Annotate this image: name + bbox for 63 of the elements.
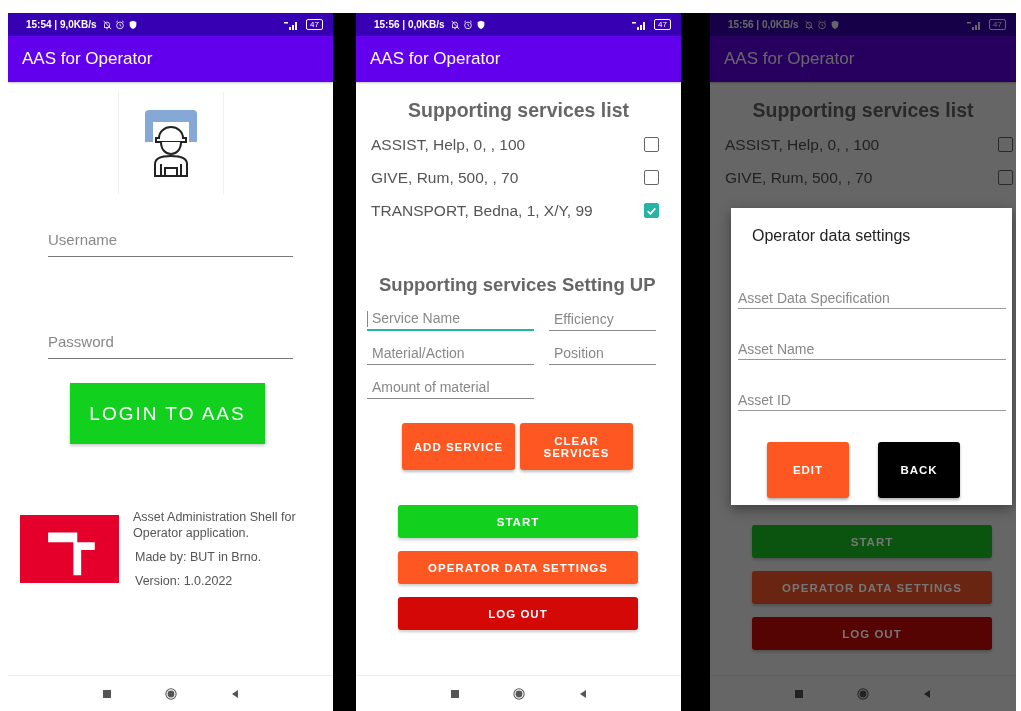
alarm-clock-icon bbox=[816, 19, 827, 30]
muted-bell-icon bbox=[101, 19, 112, 30]
muted-bell-icon bbox=[803, 19, 814, 30]
text-field[interactable]: Password bbox=[48, 333, 293, 359]
action-button[interactable]: OPERATOR DATA SETTINGS bbox=[752, 571, 992, 604]
signal-icon bbox=[631, 19, 648, 30]
section-title: Supporting services list bbox=[751, 99, 975, 122]
app-title: AAS for Operator bbox=[724, 49, 855, 69]
text-field[interactable]: Position bbox=[549, 345, 656, 365]
action-button[interactable]: LOG OUT bbox=[752, 617, 992, 650]
dialog-button[interactable]: EDIT bbox=[767, 442, 849, 498]
home-icon[interactable] bbox=[164, 687, 177, 700]
text-field[interactable]: Username bbox=[48, 231, 293, 257]
recents-icon[interactable] bbox=[100, 687, 113, 700]
app-title: AAS for Operator bbox=[370, 49, 501, 69]
text-field[interactable]: Efficiency bbox=[549, 310, 656, 331]
action-button[interactable]: OPERATOR DATA SETTINGS bbox=[398, 551, 638, 584]
section-title: Supporting services list bbox=[406, 99, 631, 122]
text-field[interactable]: Asset Name bbox=[738, 341, 1006, 360]
battery-level: 47 bbox=[654, 19, 671, 30]
status-time: 15:56 | 0,0KB/s bbox=[374, 19, 445, 30]
dialog-title: Operator data settings bbox=[752, 227, 912, 245]
battery-level: 47 bbox=[989, 19, 1006, 30]
muted-bell-icon bbox=[449, 19, 460, 30]
shield-icon bbox=[475, 19, 486, 30]
service-label: GIVE, Rum, 500, , 70 bbox=[725, 168, 873, 187]
service-label: TRANSPORT, Bedna, 1, X/Y, 99 bbox=[371, 201, 593, 220]
section-title: Supporting services Setting UP bbox=[379, 274, 657, 296]
dialog-button[interactable]: BACK bbox=[878, 442, 960, 498]
action-button[interactable]: START bbox=[398, 505, 638, 538]
shield-icon bbox=[127, 19, 138, 30]
alarm-clock-icon bbox=[462, 19, 473, 30]
login-button[interactable]: LOGIN TO AAS bbox=[70, 383, 265, 444]
service-label: ASSIST, Help, 0, , 100 bbox=[371, 135, 526, 154]
checkbox[interactable] bbox=[644, 137, 659, 152]
app-title: AAS for Operator bbox=[22, 49, 153, 69]
recents-icon[interactable] bbox=[448, 687, 461, 700]
text-field[interactable]: Asset Data Specification bbox=[738, 290, 1006, 309]
service-button[interactable]: CLEAR SERVICES bbox=[520, 423, 633, 470]
checkbox[interactable] bbox=[644, 203, 659, 218]
text-field[interactable]: Asset ID bbox=[738, 392, 1006, 411]
about-text: Asset Administration Shell for Operator application. bbox=[133, 509, 297, 541]
checkbox[interactable] bbox=[998, 170, 1013, 185]
checkbox[interactable] bbox=[644, 170, 659, 185]
shield-icon bbox=[829, 19, 840, 30]
status-time: 15:56 | 0,0KB/s bbox=[728, 19, 799, 30]
signal-icon bbox=[966, 19, 983, 30]
about-text: Made by: BUT in Brno. bbox=[135, 549, 263, 565]
alarm-clock-icon bbox=[114, 19, 125, 30]
text-field[interactable]: Service Name bbox=[367, 310, 534, 331]
battery-level: 47 bbox=[306, 19, 323, 30]
home-icon[interactable] bbox=[512, 687, 525, 700]
status-time: 15:54 | 9,0KB/s bbox=[26, 19, 97, 30]
about-text: Version: 1.0.2022 bbox=[135, 573, 234, 589]
service-button[interactable]: ADD SERVICE bbox=[402, 423, 515, 470]
signal-icon bbox=[283, 19, 300, 30]
service-label: ASSIST, Help, 0, , 100 bbox=[725, 135, 880, 154]
checkbox[interactable] bbox=[998, 137, 1013, 152]
action-button[interactable]: START bbox=[752, 525, 992, 558]
action-button[interactable]: LOG OUT bbox=[398, 597, 638, 630]
text-field[interactable]: Amount of material bbox=[367, 379, 534, 399]
text-field[interactable]: Material/Action bbox=[367, 345, 534, 365]
service-label: GIVE, Rum, 500, , 70 bbox=[371, 168, 519, 187]
